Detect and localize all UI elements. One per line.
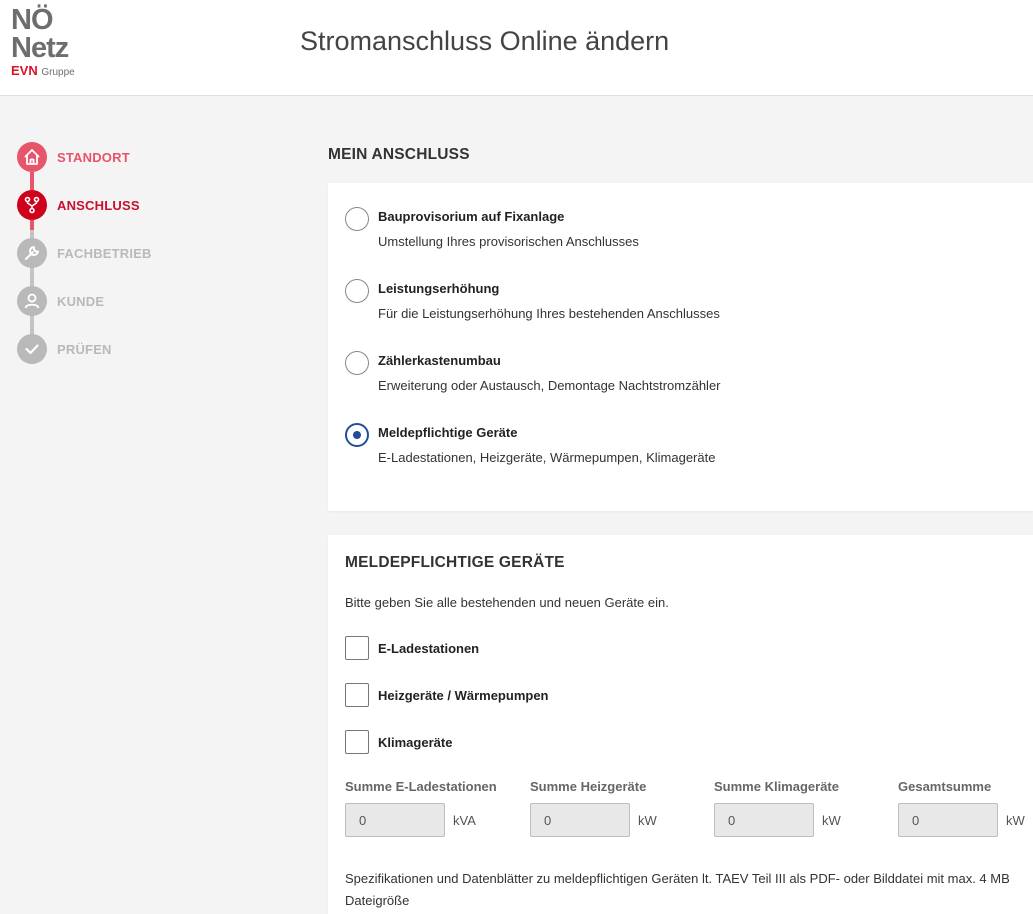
logo-line-1: NÖ (11, 4, 54, 36)
logo-line-3: EVN Gruppe (11, 64, 101, 80)
checkbox-e-ladestationen[interactable] (345, 636, 369, 660)
geraete-intro: Bitte geben Sie alle bestehenden und neu… (345, 595, 669, 610)
stepper-connector (30, 268, 34, 286)
anschluss-options-card: Bauprovisorium auf Fixanlage Umstellung … (328, 183, 1033, 511)
sum-unit: kW (1006, 813, 1025, 828)
sum-label: Summe E-Ladestationen (345, 779, 497, 794)
logo-line-2: Netz (11, 32, 69, 64)
option-description: E-Ladestationen, Heizgeräte, Wärmepumpen… (378, 450, 716, 465)
stepper-connector (30, 316, 34, 334)
noe-netz-logo[interactable]: NÖ Netz EVN Gruppe (11, 6, 101, 86)
sum-gesamt: Gesamtsumme 0 kW (898, 779, 1028, 837)
page-header: NÖ Netz EVN Gruppe Stromanschluss Online… (0, 0, 1033, 96)
sum-unit: kW (822, 813, 841, 828)
sum-klimageraete: Summe Klimageräte 0 kW (714, 779, 894, 837)
logo-evn: EVN (11, 63, 38, 78)
stepper-connector (30, 220, 34, 230)
logo-gruppe: Gruppe (41, 67, 75, 78)
step-label: STANDORT (57, 150, 130, 165)
option-description: Erweiterung oder Austausch, Demontage Na… (378, 378, 721, 393)
step-label: FACHBETRIEB (57, 246, 152, 261)
sum-label: Summe Heizgeräte (530, 779, 647, 794)
step-label: PRÜFEN (57, 342, 112, 357)
sum-label: Gesamtsumme (898, 779, 992, 794)
checkbox-heizgeraete[interactable] (345, 683, 369, 707)
step-label: KUNDE (57, 294, 105, 309)
radio-leistungserhoehung[interactable] (345, 279, 369, 303)
person-icon (17, 286, 47, 316)
check-icon (17, 334, 47, 364)
step-kunde[interactable]: KUNDE (17, 286, 257, 316)
radio-bauprovisorium[interactable] (345, 207, 369, 231)
step-fachbetrieb[interactable]: FACHBETRIEB (17, 238, 257, 268)
radio-meldepflichtige-geraete[interactable] (345, 423, 369, 447)
sum-klimageraete-field[interactable]: 0 (714, 803, 814, 837)
page-title: Stromanschluss Online ändern (300, 26, 670, 56)
step-standort[interactable]: STANDORT (17, 142, 257, 172)
mein-anschluss-heading: MEIN ANSCHLUSS (328, 146, 470, 163)
sum-heizgeraete: Summe Heizgeräte 0 kW (530, 779, 710, 837)
sum-label: Summe Klimageräte (714, 779, 839, 794)
radio-zaehlerkastenumbau[interactable] (345, 351, 369, 375)
step-pruefen[interactable]: PRÜFEN (17, 334, 257, 364)
option-title: Bauprovisorium auf Fixanlage (378, 209, 565, 224)
stepper-connector (30, 172, 34, 190)
checkbox-label: Klimageräte (378, 735, 453, 750)
wrench-icon (17, 238, 47, 268)
sum-e-ladestationen: Summe E-Ladestationen 0 kVA (345, 779, 525, 837)
spec-upload-hint: Spezifikationen und Datenblätter zu meld… (345, 871, 1010, 908)
option-title: Zählerkastenumbau (378, 353, 501, 368)
sum-heizgeraete-field[interactable]: 0 (530, 803, 630, 837)
checkbox-label: Heizgeräte / Wärmepumpen (378, 688, 549, 703)
sum-unit: kW (638, 813, 657, 828)
stepper-connector (30, 230, 34, 238)
sum-unit: kVA (453, 813, 476, 828)
house-icon (17, 142, 47, 172)
option-description: Für die Leistungserhöhung Ihres bestehen… (378, 306, 720, 321)
step-anschluss[interactable]: ANSCHLUSS (17, 190, 257, 220)
fork-icon (17, 190, 47, 220)
checkbox-klimageraete[interactable] (345, 730, 369, 754)
option-title: Leistungserhöhung (378, 281, 500, 296)
step-label: ANSCHLUSS (57, 198, 140, 213)
meldepflichtige-geraete-card: MELDEPFLICHTIGE GERÄTE Bitte geben Sie a… (328, 535, 1033, 914)
geraete-heading: MELDEPFLICHTIGE GERÄTE (345, 554, 565, 571)
sum-gesamt-field[interactable]: 0 (898, 803, 998, 837)
checkbox-label: E-Ladestationen (378, 641, 480, 656)
option-description: Umstellung Ihres provisorischen Anschlus… (378, 234, 639, 249)
option-title: Meldepflichtige Geräte (378, 425, 518, 440)
sum-e-ladestationen-field[interactable]: 0 (345, 803, 445, 837)
